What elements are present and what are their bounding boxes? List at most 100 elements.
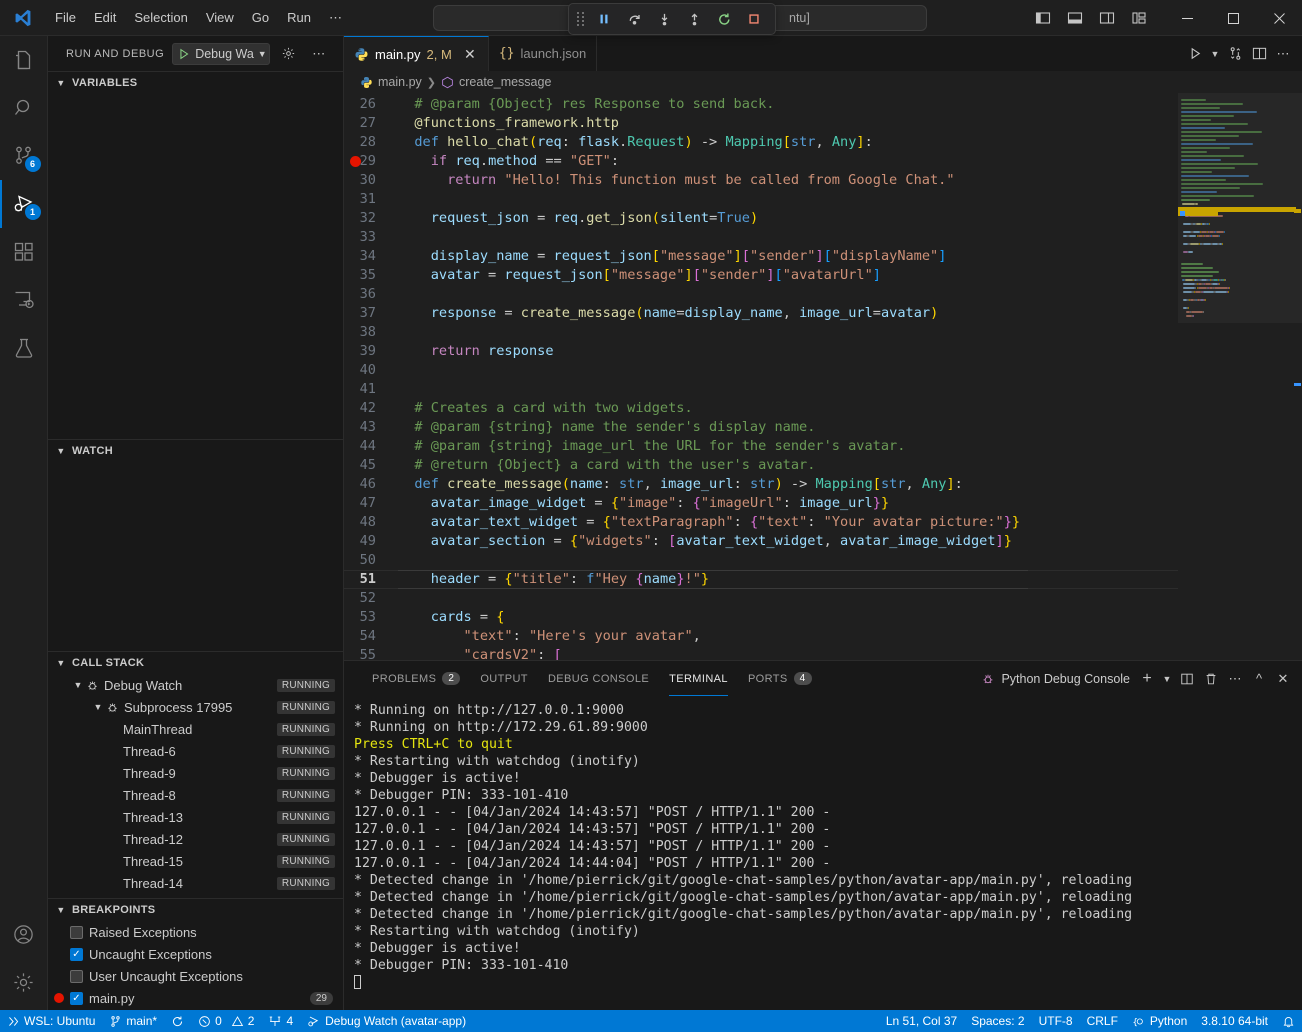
code-scroll-area[interactable]: 26 # @param {Object} res Response to sen… xyxy=(344,93,1178,660)
code-line[interactable]: 55 "cardsV2": [ xyxy=(344,646,1178,660)
menu-view[interactable]: View xyxy=(197,6,243,29)
activity-item-extensions[interactable] xyxy=(0,228,48,276)
variables-section-header[interactable]: ▼ VARIABLES xyxy=(48,72,343,94)
breakpoint-checkbox[interactable] xyxy=(70,970,83,983)
status-editor-position[interactable]: Ln 51, Col 37 xyxy=(879,1010,964,1032)
code-line[interactable]: 43 # @param {string} name the sender's d… xyxy=(344,418,1178,437)
call-stack-row-thread[interactable]: Thread-12 RUNNING xyxy=(48,828,343,850)
code-line[interactable]: 52 xyxy=(344,589,1178,608)
menu-edit[interactable]: Edit xyxy=(85,6,125,29)
run-python-file-button[interactable] xyxy=(1184,43,1206,65)
watch-section-header[interactable]: ▼ WATCH xyxy=(48,440,343,462)
code-line[interactable]: 30 return "Hello! This function must be … xyxy=(344,171,1178,190)
status-debug-session[interactable]: Debug Watch (avatar-app) xyxy=(300,1010,473,1032)
code-line[interactable]: 50 xyxy=(344,551,1178,570)
tab-ports[interactable]: PORTS 4 xyxy=(738,661,822,696)
code-line[interactable]: 31 xyxy=(344,190,1178,209)
code-line[interactable]: 34 display_name = request_json["message"… xyxy=(344,247,1178,266)
activity-item-run-and-debug[interactable]: 1 xyxy=(0,180,48,228)
tab-output[interactable]: OUTPUT xyxy=(470,661,538,696)
breakpoint-checkbox[interactable]: ✓ xyxy=(70,948,83,961)
code-line[interactable]: 32 request_json = req.get_json(silent=Tr… xyxy=(344,209,1178,228)
tab-terminal[interactable]: TERMINAL xyxy=(659,661,738,696)
active-terminal-name[interactable]: Python Debug Console xyxy=(981,672,1130,686)
status-indentation[interactable]: Spaces: 2 xyxy=(964,1010,1031,1032)
source-control-graph-icon[interactable] xyxy=(1224,43,1246,65)
call-stack-section-header[interactable]: ▼ CALL STACK xyxy=(48,652,343,674)
breadcrumb-file[interactable]: main.py xyxy=(378,75,422,89)
call-stack-row-thread[interactable]: Thread-13 RUNNING xyxy=(48,806,343,828)
split-editor-icon[interactable] xyxy=(1248,43,1270,65)
code-line[interactable]: 41 xyxy=(344,380,1178,399)
code-line[interactable]: 37 response = create_message(name=displa… xyxy=(344,304,1178,323)
toggle-secondary-sidebar-icon[interactable] xyxy=(1092,4,1122,32)
activity-item-search[interactable] xyxy=(0,84,48,132)
minimap[interactable] xyxy=(1178,93,1302,660)
code-line[interactable]: 36 xyxy=(344,285,1178,304)
status-notifications[interactable] xyxy=(1275,1010,1302,1032)
activity-item-source-control[interactable]: 6 xyxy=(0,132,48,180)
tab-problems[interactable]: PROBLEMS 2 xyxy=(362,661,470,696)
customize-layout-icon[interactable] xyxy=(1124,4,1154,32)
status-remote-host[interactable]: WSL: Ubuntu xyxy=(0,1010,102,1032)
step-over-button[interactable] xyxy=(621,7,647,31)
run-chevron-icon[interactable]: ▼ xyxy=(1208,43,1222,65)
code-line[interactable]: 26 # @param {Object} res Response to sen… xyxy=(344,95,1178,114)
call-stack-row-thread[interactable]: Thread-8 RUNNING xyxy=(48,784,343,806)
status-python-interpreter[interactable]: 3.8.10 64-bit xyxy=(1194,1010,1275,1032)
breadcrumb-symbol[interactable]: create_message xyxy=(459,75,551,89)
activity-item-explorer[interactable] xyxy=(0,36,48,84)
tab-debug-console[interactable]: DEBUG CONSOLE xyxy=(538,661,659,696)
activity-item-remote-explorer[interactable] xyxy=(0,276,48,324)
breakpoint-checkbox[interactable] xyxy=(70,926,83,939)
split-terminal-icon[interactable] xyxy=(1176,668,1198,690)
status-eol[interactable]: CRLF xyxy=(1080,1010,1125,1032)
activity-item-manage[interactable] xyxy=(0,958,48,1006)
status-language-mode[interactable]: { Python xyxy=(1125,1010,1194,1032)
breakpoint-row-uncaught-exceptions[interactable]: ✓ Uncaught Exceptions xyxy=(48,943,343,965)
code-line[interactable]: 29 if req.method == "GET": xyxy=(344,152,1178,171)
close-panel-icon[interactable]: ✕ xyxy=(1272,668,1294,690)
code-line[interactable]: 54 "text": "Here's your avatar", xyxy=(344,627,1178,646)
call-stack-row-thread[interactable]: Thread-6 RUNNING xyxy=(48,740,343,762)
code-line[interactable]: 28 def hello_chat(req: flask.Request) ->… xyxy=(344,133,1178,152)
overview-ruler[interactable] xyxy=(1288,93,1302,660)
maximize-button[interactable] xyxy=(1210,0,1256,36)
code-line[interactable]: 53 cards = { xyxy=(344,608,1178,627)
call-stack-row-thread[interactable]: Thread-14 RUNNING xyxy=(48,872,343,894)
drag-handle-icon[interactable] xyxy=(577,12,585,26)
status-sync-changes[interactable] xyxy=(164,1010,191,1032)
menu-file[interactable]: File xyxy=(46,6,85,29)
call-stack-row-thread[interactable]: Thread-9 RUNNING xyxy=(48,762,343,784)
editor-more-actions-icon[interactable]: ⋯ xyxy=(1272,43,1294,65)
code-line[interactable]: 42 # Creates a card with two widgets. xyxy=(344,399,1178,418)
code-line[interactable]: 47 avatar_image_widget = {"image": {"ima… xyxy=(344,494,1178,513)
activity-item-accounts[interactable] xyxy=(0,910,48,958)
sidebar-more-actions-button[interactable]: ⋯ xyxy=(308,43,330,65)
code-line[interactable]: 35 avatar = request_json["message"]["sen… xyxy=(344,266,1178,285)
code-line[interactable]: 45 # @return {Object} a card with the us… xyxy=(344,456,1178,475)
breakpoint-glyph-icon[interactable] xyxy=(350,156,361,167)
step-out-button[interactable] xyxy=(681,7,707,31)
code-line[interactable]: 48 avatar_text_widget = {"textParagraph"… xyxy=(344,513,1178,532)
call-stack-row-thread[interactable]: MainThread RUNNING xyxy=(48,718,343,740)
status-problems[interactable]: 0 2 xyxy=(191,1010,261,1032)
launch-configuration-dropdown[interactable]: Debug Wa ▼ xyxy=(172,43,270,65)
code-line[interactable]: 38 xyxy=(344,323,1178,342)
menu-run[interactable]: Run xyxy=(278,6,320,29)
breakpoint-row-user-uncaught-exceptions[interactable]: User Uncaught Exceptions xyxy=(48,965,343,987)
code-line[interactable]: 40 xyxy=(344,361,1178,380)
source-code[interactable]: 26 # @param {Object} res Response to sen… xyxy=(344,93,1178,660)
code-line[interactable]: 33 xyxy=(344,228,1178,247)
breakpoint-checkbox[interactable]: ✓ xyxy=(70,992,83,1005)
activity-item-testing[interactable] xyxy=(0,324,48,372)
breakpoint-row-main-py[interactable]: ✓ main.py 29 xyxy=(48,987,343,1009)
menu-more[interactable]: ⋯ xyxy=(320,6,351,30)
terminal-chevron-icon[interactable]: ▼ xyxy=(1160,668,1174,690)
menu-go[interactable]: Go xyxy=(243,6,278,29)
new-terminal-icon[interactable]: + xyxy=(1136,668,1158,690)
menu-selection[interactable]: Selection xyxy=(125,6,196,29)
status-ports[interactable]: 4 xyxy=(261,1010,300,1032)
close-button[interactable] xyxy=(1256,0,1302,36)
code-line[interactable]: 49 avatar_section = {"widgets": [avatar_… xyxy=(344,532,1178,551)
